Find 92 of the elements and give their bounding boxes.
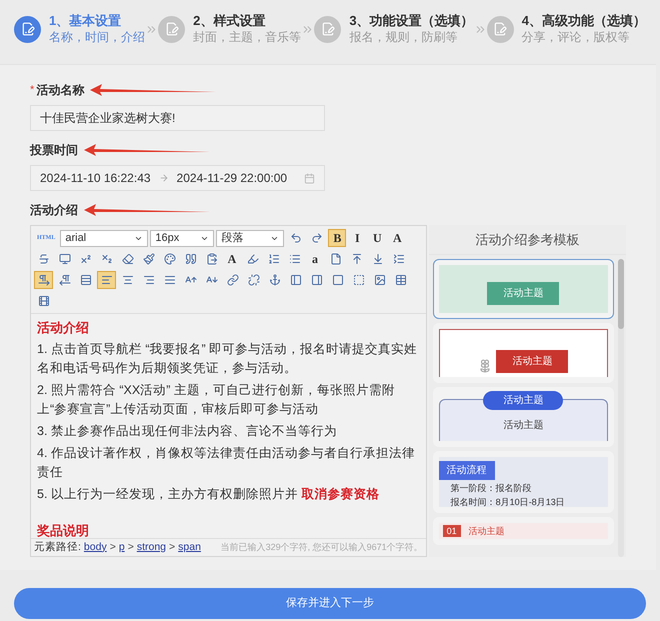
paragraph: 3. 禁止参赛作品出现任何非法内容、言论不当等行为 [37,423,338,440]
toolbar-button[interactable] [34,271,53,289]
scrollbar[interactable] [618,259,624,557]
paragraph: 5. 以上行为一经发现，主办方有权删除照片并 取消参赛资格 [37,486,380,503]
size-select[interactable]: 16px [150,230,214,246]
block-icon [80,274,92,286]
path-separator: > [128,540,134,555]
paragraph: 1. 点击首页导航栏 “我要报名” 即可参与活动，报名时请提交真实姓名和电话号码作为后期领奖凭证，参与活动。 [37,341,418,377]
template-card[interactable]: 活动主题 [432,323,614,383]
field-label: 活动名称 [36,82,84,99]
step-title[interactable]: 3、功能设置（选填） [349,13,474,30]
template-title: 活动主题 [468,525,505,537]
template-title: 活动流程 [438,461,495,480]
path-separator: > [169,540,176,555]
paragraph: 2. 照片需符合 “XX活动” 主题，可自己进行创新，每张照片需附上“参赛宣言”上传活动页面，审核后即可参与活动 [37,382,396,418]
step-title[interactable]: 2、样式设置 [193,13,302,30]
template-text: 报名时间：8月10日-8月13日 [450,496,566,509]
no-frame-icon [352,274,364,286]
template-panel-title: 活动介绍参考模板 [428,225,626,255]
font-select[interactable]: arial [60,230,148,246]
video-icon [38,295,50,307]
right-to-left-icon [58,274,70,286]
align-center-icon [122,274,134,286]
align-right-icon [142,274,154,286]
step-subtitle: 报名，规则，防刷等 [349,30,458,45]
edit-icon [493,22,508,36]
template-subtitle: 活动主题 [503,418,544,433]
strikethrough-icon [38,253,50,265]
path-link[interactable]: span [178,540,201,556]
field-label: 投票时间 [30,142,78,159]
path-link[interactable]: body [84,540,107,556]
date-range-field[interactable]: 2024-11-10 16:22:43 2024-11-29 22:00:00 [30,165,325,191]
float-right-icon [310,274,322,286]
step-subtitle: 封面，主题，音乐等 [193,30,302,45]
align-justify-icon [164,274,176,286]
unlink-icon [248,274,260,286]
edit-icon [164,22,179,36]
palette-icon [164,253,176,265]
undo-icon [290,232,302,244]
highlighter-icon [246,253,258,265]
section-heading: 奖品说明 [37,522,90,538]
link-icon [226,274,238,286]
spacing-top-icon [350,253,362,265]
arrow-icon [158,173,169,183]
required-mark: * [30,82,34,98]
edit-icon [20,22,34,36]
quote-icon [184,253,196,265]
section-heading: 活动介绍 [37,319,90,337]
superscript-icon [80,253,92,265]
template-text: 第一阶段：报名阶段 [450,482,533,495]
table-icon [394,274,406,286]
line-height-icon [392,253,404,265]
step-subtitle: 分享，评论，版权等 [522,30,631,45]
paragraph: 4. 作品设计著作权，肖像权等法律责任由活动参与者自行承担法律责任 [37,445,416,481]
path-link[interactable]: p [118,540,125,556]
float-left-icon [290,274,302,286]
path-separator: > [110,540,116,555]
path-link[interactable]: strong [136,540,166,556]
edit-icon [320,22,335,36]
toolbar-button[interactable] [97,271,116,289]
template-title: 活动主题 [483,391,564,410]
step-title[interactable]: 4、高级功能（选填） [522,13,646,30]
template-card[interactable]: 活动流程 第一阶段：报名阶段 报名时间：8月10日-8月13日 [432,451,614,513]
template-card[interactable]: 活动主题 活动主题 [432,387,614,447]
flower-icon [478,359,492,373]
template-number: 01 [442,525,461,537]
template-card[interactable]: 01 活动主题 [432,517,614,545]
redo-icon [310,232,323,244]
anchor-icon [268,274,280,286]
name-input-field[interactable]: 十佳民营企业家选树大赛! [30,105,325,131]
calendar-icon [304,172,315,184]
eraser-icon [122,253,134,265]
toolbar-button[interactable]: B [328,229,346,247]
character-count: 当前已输入329个字符, 您还可以输入9671个字符。 [220,540,423,554]
align-left-icon [100,274,112,286]
ordered-list-icon [268,253,280,265]
template-title: 活动主题 [487,282,560,305]
monitor-icon [58,253,70,265]
template-title: 活动主题 [496,350,568,373]
field-label: 活动介绍 [30,202,78,219]
step-subtitle: 名称，时间，介绍 [49,30,145,45]
save-next-button[interactable]: 保存并进入下一步 [14,588,646,619]
page-icon [330,253,342,265]
subscript-icon [100,253,112,265]
spacing-bottom-icon [372,253,384,265]
left-to-right-icon [38,274,50,286]
path-label: 元素路径: [34,540,81,555]
image-icon [374,274,386,286]
brush-icon [142,253,154,265]
frame-icon [332,274,344,286]
paste-icon [206,253,218,265]
paragraph-select[interactable]: 段落 [216,230,284,246]
